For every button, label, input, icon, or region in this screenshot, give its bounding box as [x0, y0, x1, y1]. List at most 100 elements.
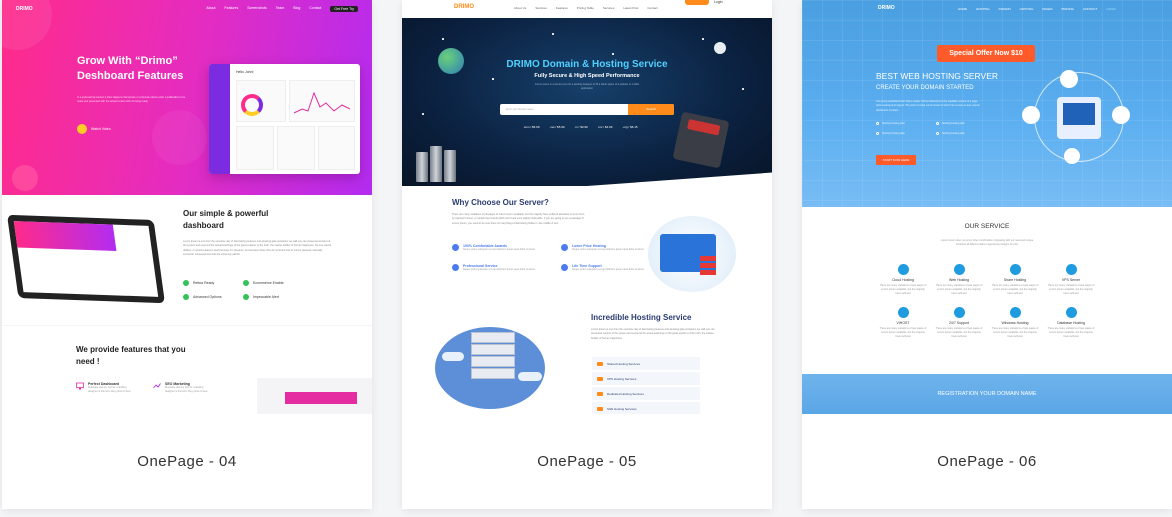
preview-feature-text: Neque porro quisquam est qui dolorem ips…	[572, 268, 644, 271]
template-caption[interactable]: OnePage - 04	[2, 414, 372, 509]
preview-logo: DRIMO	[878, 5, 895, 11]
check-item: Retina Ready	[183, 280, 243, 286]
service-item-title: VPS Server	[1061, 278, 1081, 282]
preview-nav-item: Services	[535, 6, 547, 10]
hosting-item-icon	[597, 376, 603, 381]
hosting-list-item: VPS Hosting Services	[592, 372, 700, 385]
hosting-list-item: Dedicated Hosting Services	[592, 387, 700, 400]
preview-domain-search: Enter your domain name... Search	[500, 104, 674, 115]
preview-nav-item: DOMAIN	[998, 7, 1011, 11]
preview-feature-text: Fluctuate dummy text for a landing desig…	[88, 386, 131, 393]
bullet-icon	[876, 132, 879, 135]
dashboard-panel	[318, 126, 355, 170]
template-caption[interactable]: OnePage - 06	[802, 414, 1172, 509]
check-label: Ecommerce Enable	[253, 281, 284, 285]
service-item: Windows Hosting There are many variations…	[987, 307, 1043, 339]
preview-nav-item: HOME	[958, 7, 967, 11]
preview-logo: DRIMO	[454, 4, 474, 10]
check-icon	[183, 280, 189, 286]
preview-hero-title: DRIMO Domain & Hosting Service	[506, 59, 668, 70]
preview-search-button: Search	[628, 104, 674, 115]
plan-list-label: Starting hosting plan	[942, 122, 965, 125]
template-preview[interactable]: DRIMO About Features Screenshots Team Bl…	[2, 0, 372, 414]
tld-price: .org / $6.15	[622, 125, 638, 129]
safe-icon	[672, 111, 730, 169]
preview-feature: Perfect Dashboard Fluctuate dummy text f…	[76, 382, 132, 394]
preview-hero-text: It is a long established fact that a rea…	[876, 100, 980, 112]
template-caption[interactable]: OnePage - 05	[402, 414, 772, 509]
preview-why-title: Why Choose Our Server?	[452, 198, 549, 207]
server-icon	[471, 332, 515, 392]
template-preview[interactable]: DRIMO HOME HOSTING DOMAIN HOSTING PAGES …	[802, 0, 1172, 414]
preview-nav: HOME HOSTING DOMAIN HOSTING PAGES PRICIN…	[958, 7, 1116, 11]
chart-icon	[153, 383, 161, 389]
preview-logo: DRIMO	[16, 6, 33, 12]
check-icon	[243, 280, 249, 286]
service-item-title: Web Hosting	[949, 278, 969, 282]
preview-section-title: Our simple & powerful dashboard	[183, 209, 269, 230]
preview-feature: Life Time Support Neque porro quisquam es…	[561, 264, 662, 272]
bullet-icon	[936, 132, 939, 135]
vps-server-icon	[1065, 264, 1077, 275]
windows-icon	[1009, 307, 1021, 318]
features-mockup-image	[257, 378, 372, 414]
hosting-item-label: SSD Hosting Services	[607, 406, 637, 411]
preview-watch-video: Watch Video	[77, 124, 111, 134]
check-label: Advanced Options	[193, 295, 222, 299]
dashboard-panel	[236, 126, 274, 170]
preview-dashboard-mockup: Hello John!	[209, 64, 360, 174]
support-icon	[561, 264, 568, 271]
plan-list-item: Starting hosting plan	[876, 132, 936, 135]
template-gallery: DRIMO About Features Screenshots Team Bl…	[0, 0, 1172, 517]
tld-price: .inc / $4.99	[597, 125, 613, 129]
preview-registration-band: REGISTRATION YOUR DOMAIN NAME	[802, 374, 1172, 414]
dashboard-panel	[277, 126, 315, 170]
service-item-text: There are many variations of pas sages o…	[991, 327, 1039, 338]
service-icon	[452, 264, 459, 271]
check-icon	[243, 294, 249, 300]
cloud-icon	[1112, 106, 1130, 124]
preview-feature: 100% Comfortable Awards Neque porro quisq…	[452, 244, 553, 252]
preview-nav-item: Screenshots	[247, 6, 267, 10]
service-item: Database Hosting There are many variation…	[1043, 307, 1099, 339]
preview-service-text: Lorem Ipsum does not occur often combina…	[940, 239, 1034, 247]
preview-search-placeholder: Enter your domain name...	[506, 108, 536, 111]
moon-icon	[714, 42, 726, 54]
hosting-item-label: Shared Hosting Services	[607, 361, 641, 366]
monitor-icon	[76, 382, 84, 390]
preview-feature-text: Neque porro quisquam est qui dolorem ips…	[572, 248, 644, 251]
line-chart-icon	[293, 91, 351, 114]
hosting-list-item: Shared Hosting Services	[592, 357, 700, 370]
web-hosting-icon	[953, 264, 965, 275]
shopping-cart-icon	[1060, 70, 1078, 88]
plan-list-item: Starting hosting plan	[936, 132, 996, 135]
preview-nav-item: HOSTING	[1019, 7, 1034, 11]
preview-nav-item: CONTACT	[1082, 7, 1098, 11]
preview-registration-label: REGISTRATION YOUR DOMAIN NAME	[937, 391, 1037, 397]
preview-nav-item: PAGES	[1042, 7, 1053, 11]
preview-nav-item: About	[206, 6, 216, 10]
check-item: Advanced Options	[183, 294, 243, 300]
template-card-onepage-06[interactable]: DRIMO HOME HOSTING DOMAIN HOSTING PAGES …	[802, 0, 1172, 509]
template-card-onepage-04[interactable]: DRIMO About Features Screenshots Team Bl…	[2, 0, 372, 509]
cloud-hosting-icon	[897, 264, 909, 275]
preview-hero-text: In a professional context it often happe…	[77, 96, 186, 103]
preview-hero-title: Grow With “Drimo” Deshboard Features	[77, 55, 184, 82]
template-card-onepage-05[interactable]: DRIMO About Us Services Features Pricing…	[402, 0, 772, 509]
service-item: 24/7 Support There are many variations of…	[931, 307, 987, 339]
preview-offer-badge: Special Offer Now $10	[937, 45, 1035, 62]
template-preview[interactable]: DRIMO About Us Services Features Pricing…	[402, 0, 772, 414]
preview-features-title: We provide features that you need !	[76, 345, 186, 366]
check-label: Retina Ready	[193, 281, 215, 285]
preview-check-list: Retina Ready Ecommerce Enable Advanced O…	[183, 280, 303, 300]
preview-hero-subtitle: Fully Secure & High Speed Performance	[534, 73, 640, 79]
preview-nav: About Features Screenshots Team Blog Con…	[206, 6, 358, 12]
hosting-item-icon	[597, 406, 603, 411]
plan-list-label: Starting hosting plan	[882, 132, 905, 135]
hosting-list-item: SSD Hosting Services	[592, 402, 700, 414]
preview-watch-label: Watch Video	[91, 127, 111, 131]
preview-nav-item: About Us	[514, 6, 527, 10]
web-browser-illustration	[648, 216, 736, 292]
preview-feature-text: Fluctuate dummy text for a landing desig…	[165, 386, 208, 393]
tld-price: .net / $5.99	[549, 125, 565, 129]
